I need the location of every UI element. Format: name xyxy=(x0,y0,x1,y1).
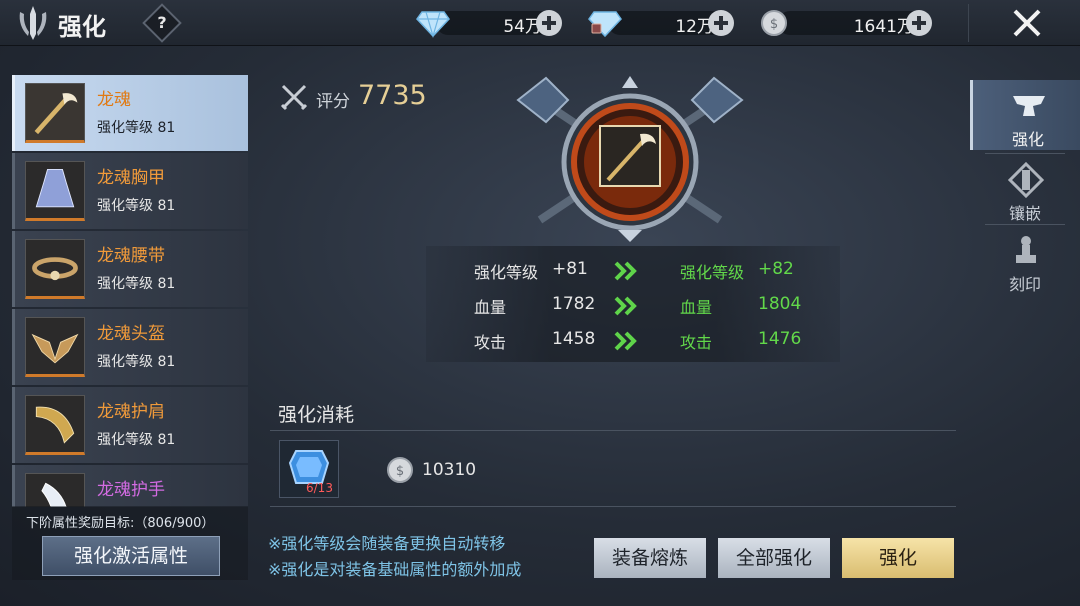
silver-coin-currency: $ 1641万 xyxy=(758,8,938,38)
svg-text:$: $ xyxy=(396,464,404,479)
stat-next-value: +82 xyxy=(758,259,794,279)
equipment-name: 龙魂腰带 xyxy=(97,246,165,266)
divider xyxy=(270,506,956,507)
reward-progress-text: 下阶属性奖励目标:（806/900） xyxy=(26,516,215,531)
stat-row: 血量 1782 血量 1804 xyxy=(426,288,840,322)
stat-row: 攻击 1458 攻击 1476 xyxy=(426,323,840,357)
equipment-name: 龙魂 xyxy=(97,90,131,110)
bound-diamond-currency: 12万 xyxy=(588,8,738,38)
equipment-item-belt[interactable]: 龙魂腰带 强化等级 81 xyxy=(12,231,248,307)
help-icon: ? xyxy=(157,13,167,32)
equipment-level: 强化等级 81 xyxy=(97,432,176,448)
inlay-gem-icon xyxy=(1008,162,1044,198)
score-value: 7735 xyxy=(358,80,427,111)
stat-name: 血量 xyxy=(474,298,507,317)
enhance-emblem xyxy=(516,76,744,242)
help-button[interactable]: ? xyxy=(142,3,182,43)
equipment-item-gloves[interactable]: 龙魂护手 xyxy=(12,465,248,507)
diamond-currency: 54万 xyxy=(416,8,566,38)
tab-label: 强化 xyxy=(1011,130,1044,149)
silver-coin-icon: $ xyxy=(387,457,413,483)
stat-next-name: 血量 xyxy=(680,298,713,317)
coin-cost-value: 10310 xyxy=(422,460,477,480)
stat-next-name: 攻击 xyxy=(680,333,713,352)
close-button[interactable] xyxy=(1010,6,1044,40)
tab-enhance[interactable]: 强化 xyxy=(970,80,1080,150)
stat-next-value: 1804 xyxy=(758,294,802,314)
equipment-level: 强化等级 81 xyxy=(97,354,176,370)
tab-inlay[interactable]: 镶嵌 xyxy=(970,154,1080,224)
item-count: 6/13 xyxy=(306,481,333,495)
enhance-button[interactable]: 强化 xyxy=(842,538,954,578)
stat-row: 强化等级 +81 强化等级 +82 xyxy=(426,253,840,287)
equipment-item-shoulder[interactable]: 龙魂护肩 强化等级 81 xyxy=(12,387,248,463)
diamond-icon xyxy=(416,11,450,38)
add-silver-coin-button[interactable] xyxy=(906,10,932,36)
equipment-name: 龙魂头盔 xyxy=(97,324,165,344)
weapon-icon xyxy=(25,83,85,143)
belt-icon xyxy=(25,239,85,299)
double-chevron-right-icon xyxy=(614,296,637,316)
tab-label: 镶嵌 xyxy=(1008,204,1041,223)
stat-current-value: +81 xyxy=(552,259,588,279)
bound-diamond-value: 12万 xyxy=(675,17,714,37)
anvil-icon xyxy=(1013,96,1045,116)
equipment-item-dragon-soul[interactable]: 龙魂 强化等级 81 xyxy=(12,75,248,151)
cost-title: 强化消耗 xyxy=(278,404,355,426)
stat-next-name: 强化等级 xyxy=(680,263,745,282)
shoulder-armor-icon xyxy=(25,395,85,455)
bound-diamond-icon xyxy=(588,11,622,38)
crossed-swords-icon xyxy=(280,84,308,111)
equipment-name: 龙魂护手 xyxy=(97,480,165,500)
add-bound-diamond-button[interactable] xyxy=(708,10,734,36)
stat-next-value: 1476 xyxy=(758,329,802,349)
stat-current-value: 1782 xyxy=(552,294,596,314)
equipment-level: 强化等级 81 xyxy=(97,198,176,214)
gloves-icon xyxy=(25,473,85,507)
enhance-all-button[interactable]: 全部强化 xyxy=(718,538,830,578)
equipment-name: 龙魂胸甲 xyxy=(97,168,165,188)
stat-name: 强化等级 xyxy=(474,263,539,282)
divider xyxy=(270,430,956,431)
equipment-name: 龙魂护肩 xyxy=(97,402,165,422)
tab-label: 刻印 xyxy=(1008,275,1041,294)
silver-coin-value: 1641万 xyxy=(853,17,914,37)
divider xyxy=(968,4,969,42)
svg-text:$: $ xyxy=(770,17,778,32)
equipment-level: 强化等级 81 xyxy=(97,120,176,136)
tab-engrave[interactable]: 刻印 xyxy=(970,225,1080,295)
score-label: 评分 xyxy=(316,92,350,112)
stat-name: 攻击 xyxy=(474,333,507,352)
note-text: ※强化等级会随装备更换自动转移 xyxy=(268,534,506,553)
equipment-item-chest[interactable]: 龙魂胸甲 强化等级 81 xyxy=(12,153,248,229)
silver-coin-icon: $ xyxy=(761,10,787,36)
double-chevron-right-icon xyxy=(614,331,637,351)
equipment-item-helmet[interactable]: 龙魂头盔 强化等级 81 xyxy=(12,309,248,385)
top-bar: 强化 ? 54万 12万 $ 1641万 xyxy=(0,0,1080,46)
activate-attribute-button[interactable]: 强化激活属性 xyxy=(42,536,220,576)
double-chevron-right-icon xyxy=(614,261,637,281)
helmet-icon xyxy=(25,317,85,377)
note-text: ※强化是对装备基础属性的额外加成 xyxy=(268,560,522,579)
page-title: 强化 xyxy=(58,13,106,41)
refine-equipment-button[interactable]: 装备熔炼 xyxy=(594,538,706,578)
equipment-list: 龙魂 强化等级 81 龙魂胸甲 强化等级 81 龙魂腰带 强化等级 81 龙魂头… xyxy=(12,75,248,507)
chest-armor-icon xyxy=(25,161,85,221)
stat-current-value: 1458 xyxy=(552,329,596,349)
seal-stamp-icon xyxy=(1016,236,1036,263)
sword-shield-icon xyxy=(19,6,47,40)
diamond-value: 54万 xyxy=(503,17,542,37)
equipment-level: 强化等级 81 xyxy=(97,276,176,292)
add-diamond-button[interactable] xyxy=(536,10,562,36)
stat-comparison-panel: 强化等级 +81 强化等级 +82 血量 1782 血量 1804 攻击 145… xyxy=(426,246,840,362)
